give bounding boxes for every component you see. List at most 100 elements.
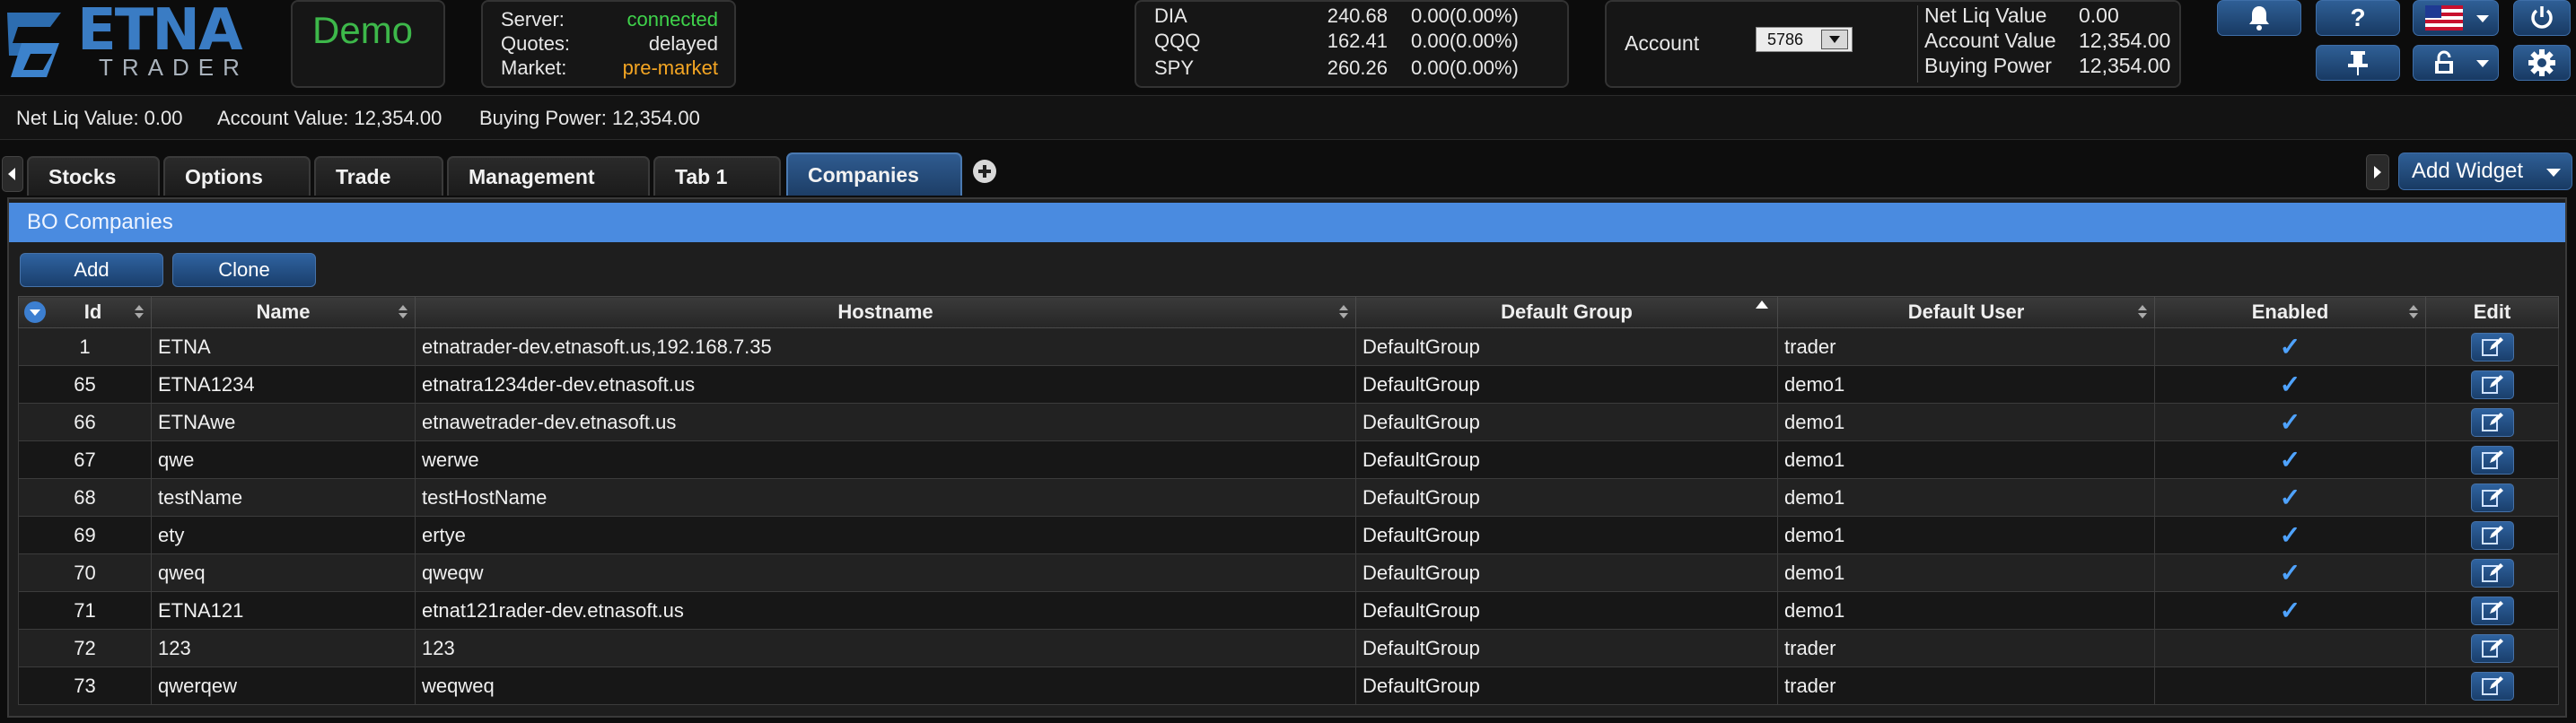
cell-name: ETNAwe — [151, 403, 416, 441]
chevron-down-icon — [2476, 60, 2489, 67]
checkmark-icon: ✓ — [2279, 559, 2301, 587]
table-row[interactable]: 73 qwerqew weqweq DefaultGroup trader — [18, 666, 2559, 705]
edit-button[interactable] — [2470, 407, 2514, 437]
edit-button[interactable] — [2470, 671, 2514, 701]
lock-icon — [2435, 50, 2453, 74]
tab-management[interactable]: Management — [447, 156, 650, 196]
cell-id: 65 — [18, 365, 152, 404]
market-status-label: Market: — [501, 57, 567, 79]
quote-change: 0.00(0.00%) — [1411, 4, 1519, 27]
sort-ascending-icon — [1756, 301, 1768, 309]
cell-edit — [2425, 478, 2559, 517]
cell-name: qwerqew — [151, 666, 416, 705]
edit-icon — [2481, 675, 2503, 695]
column-header-hostname[interactable]: Hostname — [415, 296, 1356, 328]
checkmark-icon: ✓ — [2279, 521, 2301, 549]
checkmark-icon: ✓ — [2279, 370, 2301, 398]
table-row[interactable]: 70 qweq qweqw DefaultGroup demo1 ✓ — [18, 553, 2559, 592]
cell-enabled — [2154, 629, 2426, 667]
language-select[interactable] — [2413, 0, 2499, 36]
cell-enabled: ✓ — [2154, 553, 2426, 592]
cell-id: 71 — [18, 591, 152, 630]
cell-default-user: demo1 — [1777, 591, 2155, 630]
table-row[interactable]: 67 qwe werwe DefaultGroup demo1 ✓ — [18, 440, 2559, 479]
sort-icon — [135, 305, 144, 319]
table-row[interactable]: 72 123 123 DefaultGroup trader — [18, 629, 2559, 667]
cell-default-group: DefaultGroup — [1355, 403, 1778, 441]
account-select[interactable]: 5786 — [1756, 27, 1853, 52]
metric-label: Buying Power — [1924, 54, 2052, 77]
add-tab-button[interactable] — [971, 158, 998, 185]
table-row[interactable]: 1 ETNA etnatrader-dev.etnasoft.us,192.168.… — [18, 327, 2559, 366]
clone-button[interactable]: Clone — [172, 253, 316, 287]
notifications-button[interactable] — [2217, 0, 2301, 36]
add-button[interactable]: Add — [20, 253, 163, 287]
table-row[interactable]: 65 ETNA1234 etnatra1234der-dev.etnasoft.us… — [18, 365, 2559, 404]
table-row[interactable]: 71 ETNA121 etnat121rader-dev.etnasoft.us De… — [18, 591, 2559, 630]
table-row[interactable]: 66 ETNAwe etnawetrader-dev.etnasoft.us Defa… — [18, 403, 2559, 441]
edit-button[interactable] — [2470, 520, 2514, 550]
server-status-value: connected — [626, 8, 718, 30]
table-row[interactable]: 68 testName testHostName DefaultGroup demo1 ✓ — [18, 478, 2559, 517]
cell-default-group: DefaultGroup — [1355, 478, 1778, 517]
add-widget-button[interactable]: Add Widget — [2398, 152, 2572, 190]
column-header-enabled[interactable]: Enabled — [2154, 296, 2426, 328]
pin-button[interactable] — [2316, 45, 2400, 81]
table-row[interactable]: 69 ety ertye DefaultGroup demo1 ✓ — [18, 516, 2559, 554]
lock-button[interactable] — [2413, 45, 2499, 81]
tabs-scroll-left-button[interactable] — [2, 156, 23, 192]
gear-icon — [2528, 49, 2555, 76]
column-header-default-group[interactable]: Default Group — [1355, 296, 1778, 328]
tab-options[interactable]: Options — [163, 156, 311, 196]
tab-companies[interactable]: Companies — [786, 152, 962, 196]
add-button-label: Add — [74, 258, 110, 281]
tabs-scroll-right-button[interactable] — [2366, 154, 2389, 190]
cell-hostname: etnawetrader-dev.etnasoft.us — [415, 403, 1356, 441]
cell-name: ETNA1234 — [151, 365, 416, 404]
widget-header: BO Companies — [9, 203, 2565, 242]
quotes-status-value: delayed — [648, 32, 718, 55]
column-header-id[interactable]: Id — [18, 296, 152, 328]
chevron-left-icon — [8, 168, 15, 180]
cell-default-user: demo1 — [1777, 478, 2155, 517]
top-bar: ETNA TRADER Demo Server: connected Quote… — [0, 0, 2576, 93]
chevron-down-icon — [30, 309, 40, 316]
column-header-default-user[interactable]: Default User — [1777, 296, 2155, 328]
cell-id: 1 — [18, 327, 152, 366]
cell-default-group: DefaultGroup — [1355, 553, 1778, 592]
edit-button[interactable] — [2470, 596, 2514, 625]
tab-trade[interactable]: Trade — [314, 156, 443, 196]
edit-icon — [2481, 562, 2503, 582]
edit-button[interactable] — [2470, 332, 2514, 362]
cell-enabled: ✓ — [2154, 516, 2426, 554]
power-button[interactable] — [2513, 0, 2571, 36]
cell-edit — [2425, 591, 2559, 630]
cell-id: 69 — [18, 516, 152, 554]
cell-enabled: ✓ — [2154, 365, 2426, 404]
cell-edit — [2425, 365, 2559, 404]
cell-default-user: demo1 — [1777, 516, 2155, 554]
edit-button[interactable] — [2470, 483, 2514, 512]
chevron-down-icon — [2476, 15, 2489, 22]
quote-price: 162.41 — [1327, 30, 1388, 52]
cell-enabled: ✓ — [2154, 591, 2426, 630]
cell-hostname: qweqw — [415, 553, 1356, 592]
column-header-name[interactable]: Name — [151, 296, 416, 328]
edit-button[interactable] — [2470, 558, 2514, 588]
tab-stocks[interactable]: Stocks — [27, 156, 160, 196]
cell-default-group: DefaultGroup — [1355, 629, 1778, 667]
cell-enabled: ✓ — [2154, 440, 2426, 479]
status-account-value: Account Value: 12,354.00 — [217, 107, 442, 129]
edit-button[interactable] — [2470, 445, 2514, 475]
help-button[interactable]: ? — [2316, 0, 2400, 36]
edit-button[interactable] — [2470, 633, 2514, 663]
cell-name: ety — [151, 516, 416, 554]
status-net-liq: Net Liq Value: 0.00 — [16, 107, 183, 129]
add-widget-label: Add Widget — [2412, 159, 2524, 183]
settings-button[interactable] — [2513, 45, 2571, 81]
tab-tab-1[interactable]: Tab 1 — [653, 156, 781, 196]
pin-icon — [2348, 51, 2368, 75]
edit-button[interactable] — [2470, 370, 2514, 399]
checkmark-icon: ✓ — [2279, 597, 2301, 624]
edit-icon — [2481, 412, 2503, 431]
